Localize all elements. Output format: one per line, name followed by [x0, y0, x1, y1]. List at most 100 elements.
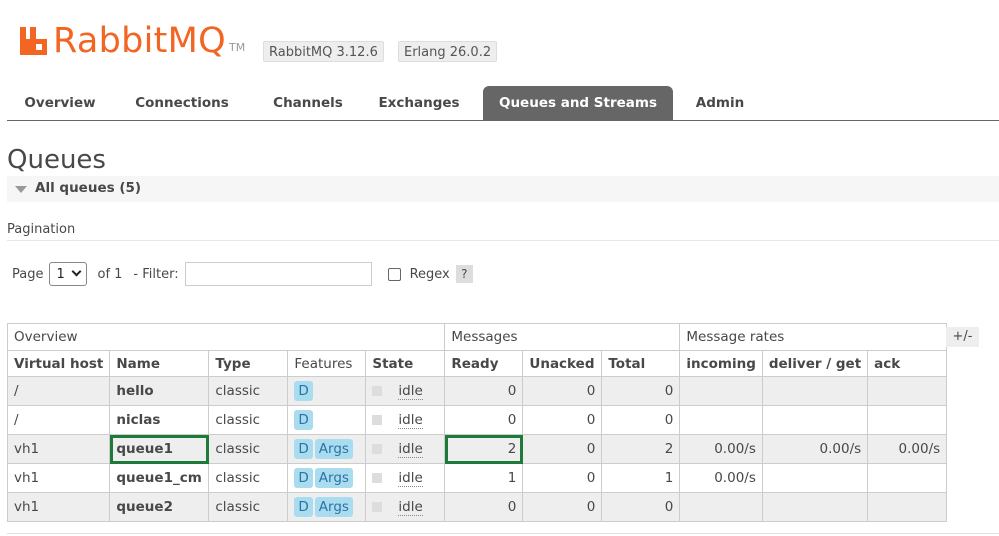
chevron-down-icon — [72, 266, 82, 277]
state-text: idle — [398, 470, 423, 487]
features-cell: D — [287, 405, 367, 435]
section-title: All queues (5) — [35, 180, 142, 196]
regex-checkbox[interactable] — [387, 267, 401, 281]
incoming-cell — [679, 492, 763, 522]
main-nav: Overview Connections Channels Exchanges … — [7, 86, 999, 121]
features-cell: D Args — [287, 434, 367, 464]
col-ack[interactable]: ack — [867, 350, 948, 377]
queue-name-link[interactable]: hello — [109, 376, 210, 406]
col-ready[interactable]: Ready — [444, 350, 524, 377]
page-select[interactable]: 1 — [49, 262, 88, 286]
table-row: vh1 queue2 classic D Args idle 0 0 0 — [6, 492, 948, 522]
total-cell: 1 — [601, 463, 681, 493]
table-row: / niclas classic D idle 0 0 0 — [6, 405, 948, 435]
args-badge: Args — [314, 468, 353, 488]
col-total[interactable]: Total — [601, 350, 681, 377]
page-count: of 1 — [97, 266, 123, 282]
vhost-cell: vh1 — [6, 463, 111, 493]
args-badge: Args — [314, 497, 353, 517]
total-cell: 2 — [601, 434, 681, 464]
tab-admin[interactable]: Admin — [689, 86, 751, 120]
queue-name-link[interactable]: queue1 — [109, 434, 210, 464]
ready-cell: 2 — [444, 434, 524, 464]
queue-name-link[interactable]: queue1_cm — [109, 463, 210, 493]
pagination-controls: Page 1 of 1 - Filter: Regex ? — [12, 261, 473, 287]
col-type[interactable]: Type — [208, 350, 289, 377]
features-cell: D Args — [287, 492, 367, 522]
deliver-get-cell — [761, 405, 869, 435]
ack-cell — [867, 376, 948, 406]
features-cell: D — [287, 376, 367, 406]
group-overview: Overview — [6, 323, 446, 351]
tab-queues-and-streams[interactable]: Queues and Streams — [483, 86, 673, 120]
col-features: Features — [287, 350, 367, 377]
vhost-cell: / — [6, 405, 111, 435]
table-row: / hello classic D idle 0 0 0 — [6, 376, 948, 406]
group-message-rates: Message rates — [679, 323, 948, 351]
col-virtual-host[interactable]: Virtual host — [6, 350, 111, 377]
col-unacked[interactable]: Unacked — [522, 350, 603, 377]
total-cell: 0 — [601, 405, 681, 435]
queue-name-link[interactable]: queue2 — [109, 492, 210, 522]
durable-badge: D — [294, 468, 313, 488]
version-badge: RabbitMQ 3.12.6 — [263, 41, 384, 62]
col-state[interactable]: State — [365, 350, 446, 377]
unacked-cell: 0 — [522, 405, 603, 435]
filter-input[interactable] — [184, 262, 372, 286]
page-select-value: 1 — [56, 266, 65, 282]
col-name[interactable]: Name — [109, 350, 210, 377]
logo-text: RabbitMQ — [53, 21, 227, 61]
vhost-cell: vh1 — [6, 492, 111, 522]
header: RabbitMQ TM RabbitMQ 3.12.6 Erlang 26.0.… — [0, 0, 999, 86]
regex-help-button[interactable]: ? — [455, 265, 473, 283]
state-indicator-icon — [372, 444, 383, 454]
tab-connections[interactable]: Connections — [123, 86, 241, 120]
rabbitmq-logo[interactable]: RabbitMQ TM — [19, 20, 245, 60]
vhost-cell: / — [6, 376, 111, 406]
group-messages: Messages — [444, 323, 681, 351]
unacked-cell: 0 — [522, 434, 603, 464]
ack-cell — [867, 405, 948, 435]
col-deliver-get[interactable]: deliver / get — [761, 350, 869, 377]
queues-table: Overview Messages Message rates Virtual … — [6, 323, 948, 522]
all-queues-section-toggle[interactable]: All queues (5) — [7, 176, 999, 202]
tab-overview[interactable]: Overview — [15, 86, 105, 120]
total-cell: 0 — [601, 492, 681, 522]
state-indicator-icon — [372, 386, 383, 396]
erlang-badge: Erlang 26.0.2 — [398, 41, 498, 62]
unacked-cell: 0 — [522, 463, 603, 493]
type-cell: classic — [208, 492, 289, 522]
durable-badge: D — [294, 381, 313, 401]
state-cell: idle — [365, 376, 446, 406]
ack-cell: 0.00/s — [867, 434, 948, 464]
filter-label: - Filter: — [133, 266, 179, 282]
col-incoming[interactable]: incoming — [679, 350, 763, 377]
state-text: idle — [398, 412, 423, 429]
state-indicator-icon — [372, 415, 383, 425]
total-cell: 0 — [601, 376, 681, 406]
state-indicator-icon — [372, 502, 383, 512]
queue-name-link[interactable]: niclas — [109, 405, 210, 435]
vhost-cell: vh1 — [6, 434, 111, 464]
pagination-title: Pagination — [7, 222, 76, 237]
tab-channels[interactable]: Channels — [259, 86, 357, 120]
page-title: Queues — [7, 145, 106, 175]
incoming-cell: 0.00/s — [679, 434, 763, 464]
triangle-down-icon — [15, 186, 27, 193]
tab-exchanges[interactable]: Exchanges — [369, 86, 469, 120]
state-text: idle — [398, 441, 423, 458]
deliver-get-cell — [761, 463, 869, 493]
state-cell: idle — [365, 405, 446, 435]
type-cell: classic — [208, 376, 289, 406]
ready-cell: 0 — [444, 376, 524, 406]
incoming-cell — [679, 405, 763, 435]
state-text: idle — [398, 499, 423, 516]
columns-toggle-button[interactable]: +/- — [946, 327, 979, 347]
state-cell: idle — [365, 463, 446, 493]
incoming-cell — [679, 376, 763, 406]
unacked-cell: 0 — [522, 492, 603, 522]
incoming-cell: 0.00/s — [679, 463, 763, 493]
state-cell: idle — [365, 434, 446, 464]
type-cell: classic — [208, 434, 289, 464]
divider — [7, 240, 999, 241]
